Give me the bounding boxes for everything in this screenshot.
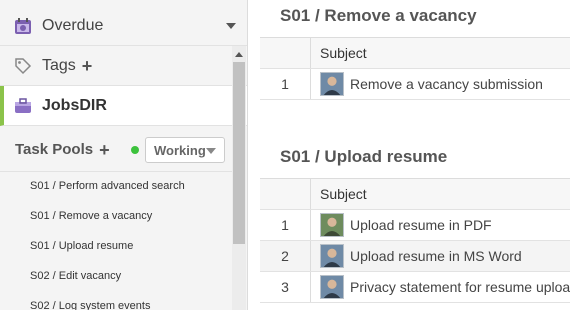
sidebar-scrollbar[interactable] (232, 46, 246, 310)
table-header-row: Subject (260, 179, 570, 210)
avatar (320, 275, 344, 299)
number-header (260, 38, 311, 68)
avatar (320, 72, 344, 96)
table-row[interactable]: 1 Remove a vacancy submission (260, 69, 570, 100)
main-content: S01 / Remove a vacancy Subject 1 Remove … (260, 0, 570, 310)
number-header (260, 179, 311, 209)
chevron-down-icon[interactable] (226, 23, 236, 29)
row-subject-text: Upload resume in PDF (350, 217, 492, 233)
nav-overdue-label: Overdue (42, 16, 104, 34)
table-row[interactable]: 3 Privacy statement for resume uploa (260, 272, 570, 303)
sidebar: Overdue Tags + JobsDIR Task Pools + Work… (0, 0, 248, 310)
task-pools-header: Task Pools + Working (0, 128, 232, 172)
row-subject-text: Remove a vacancy submission (350, 76, 543, 92)
briefcase-icon (13, 96, 33, 116)
pool-filter-value: Working (154, 142, 206, 158)
nav-overdue[interactable]: Overdue (0, 6, 247, 46)
tag-icon (13, 56, 33, 76)
row-subject[interactable]: Privacy statement for resume uploa (311, 275, 570, 299)
row-number: 1 (260, 210, 311, 240)
pool-item[interactable]: S02 / Log system events (0, 291, 232, 310)
scroll-up-arrow-icon[interactable] (235, 52, 243, 57)
task-pools-title: Task Pools (15, 141, 94, 158)
chevron-down-icon (206, 148, 216, 154)
row-subject[interactable]: Upload resume in PDF (311, 213, 570, 237)
section-title: S01 / Upload resume (280, 147, 448, 166)
subject-header: Subject (320, 186, 367, 202)
subject-header: Subject (320, 45, 367, 61)
pool-item[interactable]: S02 / Edit vacancy (0, 261, 232, 291)
task-table: Subject 1 Remove a vacancy submission (260, 37, 570, 100)
pool-filter-select[interactable]: Working (145, 137, 225, 163)
row-number: 1 (260, 69, 311, 99)
status-dot-icon (131, 146, 139, 154)
table-header-row: Subject (260, 38, 570, 69)
task-table: Subject 1 Upload resume in PDF 2 Upload … (260, 178, 570, 303)
pool-item[interactable]: S01 / Perform advanced search (0, 171, 232, 201)
scrollbar-thumb[interactable] (233, 62, 245, 244)
add-tag-icon[interactable]: + (82, 57, 93, 75)
row-subject[interactable]: Upload resume in MS Word (311, 244, 570, 268)
pool-item[interactable]: S01 / Remove a vacancy (0, 201, 232, 231)
row-subject-text: Privacy statement for resume uploa (350, 279, 570, 295)
table-row[interactable]: 1 Upload resume in PDF (260, 210, 570, 241)
avatar (320, 244, 344, 268)
pool-item[interactable]: S01 / Upload resume (0, 231, 232, 261)
row-subject-text: Upload resume in MS Word (350, 248, 522, 264)
nav-jobsdir-label: JobsDIR (42, 96, 107, 114)
add-task-pool-icon[interactable]: + (99, 141, 110, 159)
row-number: 3 (260, 272, 311, 302)
overdue-calendar-icon (13, 16, 33, 36)
table-row[interactable]: 2 Upload resume in MS Word (260, 241, 570, 272)
nav-jobsdir[interactable]: JobsDIR (0, 86, 247, 126)
row-subject[interactable]: Remove a vacancy submission (311, 72, 570, 96)
row-number: 2 (260, 241, 311, 271)
nav-tags[interactable]: Tags + (0, 46, 247, 86)
avatar (320, 213, 344, 237)
nav-tags-label: Tags (42, 56, 76, 74)
section-title: S01 / Remove a vacancy (280, 6, 477, 25)
